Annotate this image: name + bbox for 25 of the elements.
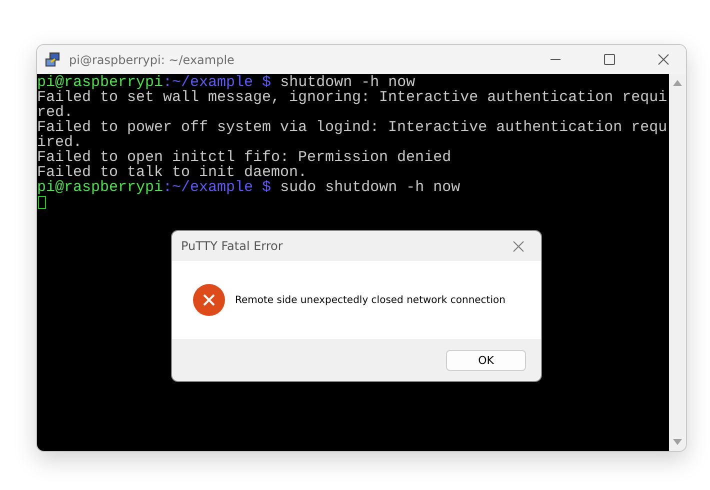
- prompt-user: pi@raspberrypi: [37, 180, 164, 195]
- cursor: [38, 196, 46, 209]
- output-line: ired.: [37, 135, 82, 150]
- maximize-icon[interactable]: [604, 54, 614, 65]
- command-text: sudo shutdown -h now: [279, 180, 460, 195]
- scroll-down-icon[interactable]: [673, 439, 682, 445]
- prompt-path: :~/example $: [163, 75, 272, 90]
- error-icon: [193, 284, 225, 316]
- output-line: red.: [37, 105, 74, 120]
- close-icon[interactable]: [512, 240, 524, 252]
- scrollbar[interactable]: [669, 74, 686, 451]
- dialog-title: PuTTY Fatal Error: [181, 239, 284, 253]
- ok-button[interactable]: OK: [446, 350, 526, 370]
- output-line: Failed to talk to init daemon.: [37, 165, 308, 180]
- close-icon[interactable]: [658, 54, 668, 65]
- prompt-user: pi@raspberrypi: [37, 75, 164, 90]
- output-line: Failed to open initctl fifo: Permission denied: [37, 150, 452, 165]
- window-title: pi@raspberrypi: ~/example: [69, 52, 236, 66]
- prompt-path: :~/example $: [163, 180, 272, 195]
- error-message: Remote side unexpectedly closed network connection: [235, 294, 506, 306]
- scroll-up-icon[interactable]: [673, 80, 682, 86]
- computer-icon: [45, 52, 61, 68]
- output-line: Failed to set wall message, ignoring: Interactive authentication requi: [37, 90, 668, 105]
- output-line: Failed to power off system via logind: Interactive authentication requ: [37, 120, 668, 135]
- command-text: shutdown -h now: [279, 75, 416, 90]
